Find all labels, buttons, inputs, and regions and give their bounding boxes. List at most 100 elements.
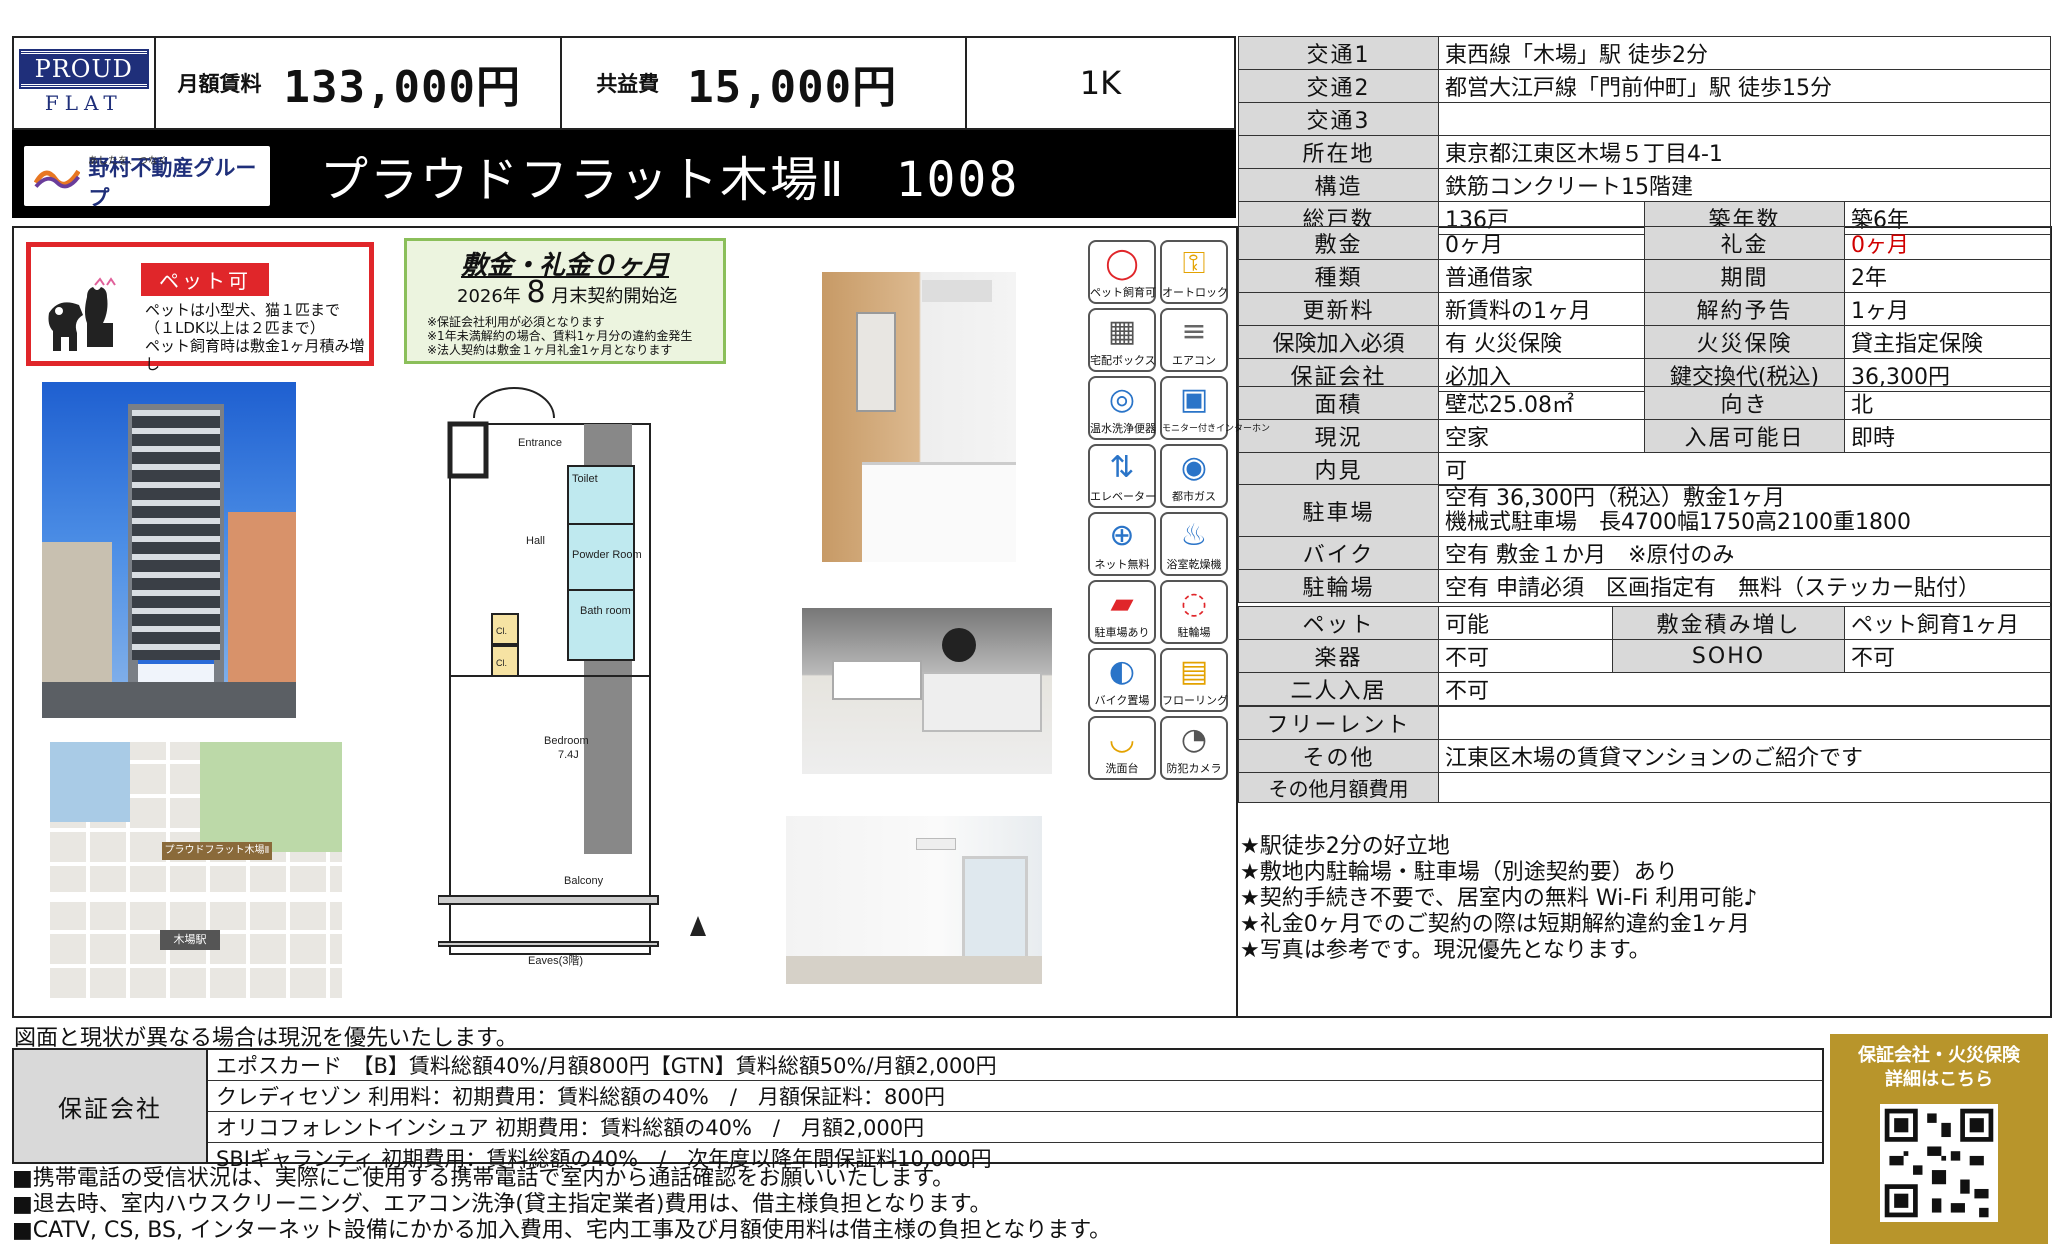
amenity-icon: ▣ モニター付きインターホン — [1160, 376, 1270, 440]
notes-list: ★駅徒歩2分の好立地 ★敷地内駐輪場・駐車場（別途契約要）あり ★契約手続き不要… — [1240, 834, 1757, 964]
bike-label: バイク — [1238, 536, 1439, 570]
direction-label: 向き — [1644, 386, 1845, 420]
fp-bath: Bath room — [580, 605, 631, 617]
fp-eaves: Eaves(3階) — [528, 953, 583, 967]
term-value: 2年 — [1844, 259, 2051, 293]
footer-line: ■退去時、室内ハウスクリーニング、エアコン洗浄(貸主指定業者)費用は、借主様負担… — [12, 1192, 992, 1217]
amenity-label: フローリング — [1162, 694, 1228, 707]
table-row: 内見可 — [1238, 452, 2051, 486]
amenity-label: オートロック — [1162, 286, 1228, 299]
column-divider — [1236, 226, 1238, 1018]
amenity-glyph-icon: ⇅ — [1109, 450, 1135, 485]
address-value: 東京都江東区木場５丁目4-1 — [1438, 135, 2051, 169]
notice-value: 1ヶ月 — [1844, 292, 2051, 326]
amenity-icon: ♨ 浴室乾燥機 — [1160, 512, 1228, 576]
table-row: 楽器 不可 SOHO 不可 — [1238, 639, 2051, 673]
soho-value: 不可 — [1844, 639, 2051, 673]
campaign-notes: ※保証会社利用が必須となります ※1年未満解約の場合、賃料1ヶ月分の違約金発生 … — [427, 315, 692, 357]
map-building-label: プラウドフラット木場Ⅱ — [162, 842, 272, 860]
amenity-glyph-icon: ▣ — [1179, 382, 1209, 417]
bike-value: 空有 敷金１か月 ※原付のみ — [1438, 536, 2051, 570]
instrument-label: 楽器 — [1238, 639, 1439, 673]
amenity-glyph-icon: ≡ — [1181, 314, 1207, 349]
pet-label: ペット — [1238, 606, 1439, 640]
amenity-label: 浴室乾燥機 — [1166, 558, 1222, 571]
fire-insurance-value: 貸主指定保険 — [1844, 325, 2051, 359]
amenity-label: エアコン — [1172, 354, 1216, 367]
parking-table: 駐車場 空有 36,300円（税込）敷金1ヶ月 機械式駐車場 長4700幅175… — [1238, 484, 2051, 603]
amenity-icon: ◐ バイク置場 — [1088, 648, 1156, 712]
amenity-icon: ◎ 温水洗浄便器 — [1088, 376, 1156, 440]
guarantee-label: 保証会社 — [14, 1050, 208, 1162]
note-item: ★写真は参考です。現況優先となります。 — [1240, 938, 1651, 963]
rent-cell: 月額賃料 133,000円 — [156, 38, 563, 128]
amenity-glyph-icon: ◡ — [1108, 722, 1136, 757]
access-value-2: 都営大江戸線「門前仲町」駅 徒歩15分 — [1438, 69, 2051, 103]
amenity-label: 防犯カメラ — [1166, 762, 1222, 775]
table-row: 交通1 東西線「木場」駅 徒歩2分 — [1238, 36, 2051, 70]
amenity-glyph-icon: ▦ — [1107, 314, 1137, 349]
table-row: バイク 空有 敷金１か月 ※原付のみ — [1238, 536, 2051, 570]
amenity-icon: ⇅ エレベーター — [1088, 444, 1156, 508]
campaign-note: ※保証会社利用が必須となります — [427, 315, 605, 329]
table-row: 種類 普通借家 期間 2年 — [1238, 259, 2051, 293]
campaign-note: ※1年未満解約の場合、賃料1ヶ月分の違約金発生 — [427, 329, 693, 343]
structure-value: 鉄筋コンクリート15階建 — [1438, 168, 2051, 202]
guarantee-line: クレディセゾン 利用料：初期費用：賃料総額の40% / 月額保証料：800円 — [208, 1081, 1822, 1112]
fp-toilet: Toilet — [572, 473, 598, 485]
pet-conditions: ペットは小型犬、猫１匹まで （１LDK以上は２匹まで） ペット飼育時は敷金1ヶ月… — [145, 301, 369, 373]
guarantee-line: オリコフォレントインシュア 初期費用：賃料総額の40% / 月額2,000円 — [208, 1112, 1822, 1143]
brand-top: PROUD — [18, 49, 149, 89]
north-arrow-icon — [690, 916, 706, 936]
note-item: ★駅徒歩2分の好立地 — [1240, 834, 1450, 859]
parking-label: 駐車場 — [1238, 484, 1439, 537]
campaign-suffix: 月末契約開始迄 — [551, 286, 678, 307]
rent-label: 月額賃料 — [177, 72, 262, 96]
amenity-icon: ◡ 洗面台 — [1088, 716, 1156, 780]
amenity-glyph-icon: ▤ — [1179, 654, 1209, 689]
amenity-label: 都市ガス — [1172, 490, 1216, 503]
deposit-extra-label: 敷金積み増し — [1612, 606, 1845, 640]
amenity-glyph-icon: ⚿ — [1182, 246, 1206, 281]
insurance-required-value: 有 火災保険 — [1438, 325, 1645, 359]
instrument-value: 不可 — [1438, 639, 1613, 673]
fp-bedroom: Bedroom — [544, 735, 589, 747]
amenity-label: バイク置場 — [1094, 694, 1150, 707]
area-value: 壁芯25.08㎡ — [1438, 386, 1645, 420]
floor-plan: Entrance Toilet Hall Powder Room Bath ro… — [438, 387, 706, 967]
two-person-value: 不可 — [1438, 672, 2051, 706]
parking-value: 空有 36,300円（税込）敷金1ヶ月 機械式駐車場 長4700幅1750高21… — [1438, 484, 2051, 537]
access-label-1: 交通1 — [1238, 36, 1439, 70]
bicycle-value: 空有 申請必須 区画指定有 無料（ステッカー貼付） — [1438, 569, 2051, 603]
proud-flat-logo: PROUD FLAT — [14, 38, 156, 128]
fee-value: 15,000円 — [687, 62, 898, 113]
table-row: 交通3 — [1238, 102, 2051, 136]
pet-table: ペット 可能 敷金積み増し ペット飼育1ヶ月 楽器 不可 SOHO 不可 二人入居 不可 — [1238, 606, 2051, 706]
qr-line-1: 保証会社・火災保険 — [1858, 1045, 2020, 1066]
amenity-icon: ◔ 防犯カメラ — [1160, 716, 1228, 780]
guarantee-table: 保証会社 エポスカード 【B】賃料総額40%/月額800円【GTN】賃料総額50… — [12, 1048, 1824, 1171]
kitchen-photo — [802, 608, 1052, 774]
table-row: その他 江東区木場の賃貸マンションのご紹介です — [1238, 739, 2051, 773]
pet-line-2: （１LDK以上は２匹まで） — [145, 319, 325, 337]
deposit-value: 0ヶ月 — [1438, 226, 1645, 260]
amenity-icon: ≡ エアコン — [1160, 308, 1228, 372]
table-row: 交通2 都営大江戸線「門前仲町」駅 徒歩15分 — [1238, 69, 2051, 103]
pet-line-1: ペットは小型犬、猫１匹まで — [145, 301, 341, 319]
free-rent-value — [1438, 706, 2051, 740]
table-row: 構造 鉄筋コンクリート15階建 — [1238, 168, 2051, 202]
fp-closet: Cl. — [496, 626, 507, 636]
property-title: プラウドフラット木場Ⅱ 1008 — [320, 152, 1020, 208]
other-monthly-value — [1438, 772, 2051, 803]
qr-panel[interactable]: 保証会社・火災保険 詳細はこちら — [1830, 1034, 2048, 1244]
amenity-glyph-icon: ▰ — [1110, 586, 1134, 621]
nomura-logo: あしたを、つなぐ 野村不動産グループ — [24, 146, 270, 210]
amenity-icon: ◉ 都市ガス — [1160, 444, 1228, 508]
amenity-label: ネット無料 — [1094, 558, 1150, 571]
insurance-required-label: 保険加入必須 — [1238, 325, 1439, 359]
note-item: ★契約手続き不要で、居室内の無料 Wi-Fi 利用可能♪ — [1240, 886, 1758, 911]
qr-code-icon[interactable] — [1880, 1104, 1998, 1222]
footer-line: ■CATV, CS, BS, インターネット設備にかかる加入費用、宅内工事及び月… — [12, 1218, 1112, 1243]
access-label-3: 交通3 — [1238, 102, 1439, 136]
fee-cell: 共益費 15,000円 — [562, 38, 967, 128]
